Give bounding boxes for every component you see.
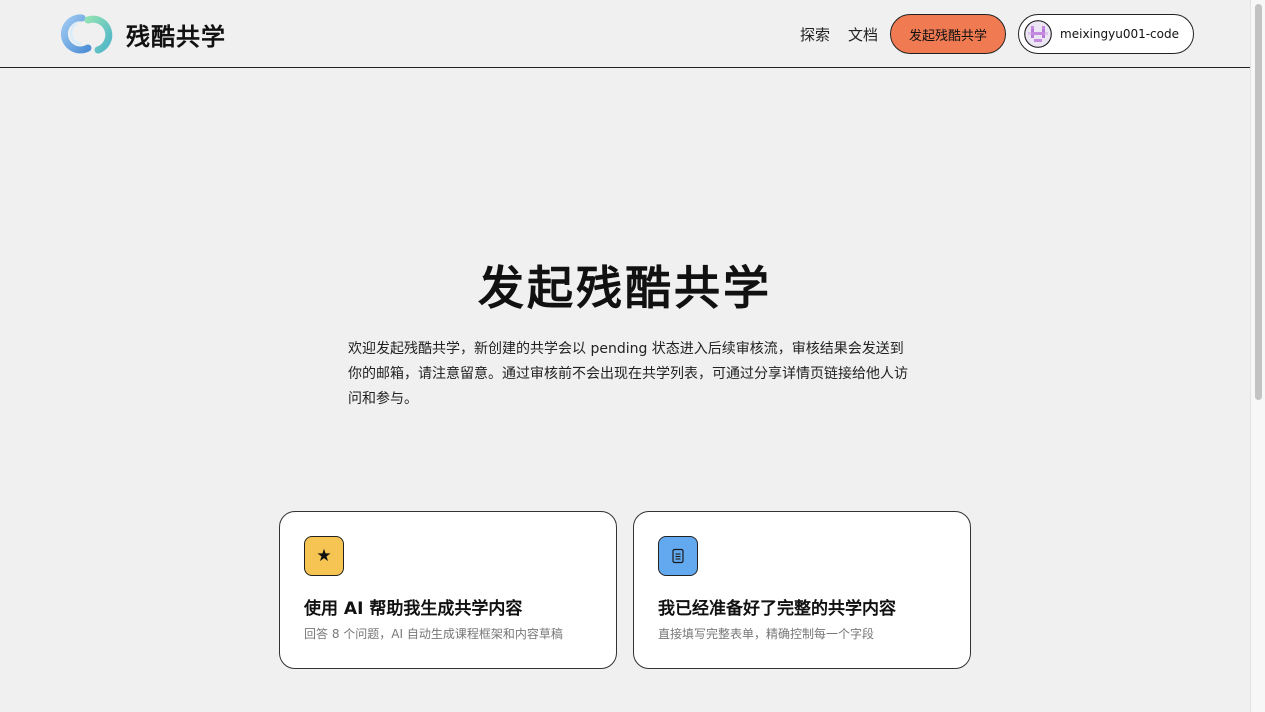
star-icon: ★	[316, 545, 332, 566]
document-icon	[672, 548, 684, 564]
page: 残酷共学 探索 文档 发起残酷共学 meixingyu001-code 发起残酷…	[0, 0, 1265, 712]
user-name: meixingyu001-code	[1060, 27, 1179, 41]
ai-generate-card[interactable]: ★ 使用 AI 帮助我生成共学内容 回答 8 个问题，AI 自动生成课程框架和内…	[279, 511, 617, 669]
logo-text: 残酷共学	[126, 22, 226, 51]
nav-docs-link[interactable]: 文档	[848, 24, 878, 45]
page-title: 发起残酷共学	[478, 261, 772, 315]
intro-line: 你的邮箱，请注意留意。通过审核前不会出现在共学列表，可通过分享详情页链接给他人访	[348, 366, 908, 382]
card-description: 直接填写完整表单，精确控制每一个字段	[658, 627, 875, 641]
manual-content-card[interactable]: 我已经准备好了完整的共学内容 直接填写完整表单，精确控制每一个字段	[633, 511, 971, 669]
nav-explore-link[interactable]: 探索	[800, 24, 830, 45]
card-description: 回答 8 个问题，AI 自动生成课程框架和内容草稿	[304, 627, 563, 641]
card-title: 使用 AI 帮助我生成共学内容	[304, 599, 523, 619]
logo-rings-icon	[60, 14, 113, 54]
intro-text: 欢迎发起残酷共学，新创建的共学会以 pending 状态进入后续审核流，审核结果…	[348, 337, 908, 412]
card-icon-box	[658, 536, 698, 576]
card-title: 我已经准备好了完整的共学内容	[658, 599, 896, 619]
intro-line: 欢迎发起残酷共学，新创建的共学会以 pending 状态进入后续审核流，审核结果…	[348, 341, 904, 357]
top-header: 残酷共学 探索 文档 发起残酷共学 meixingyu001-code	[0, 0, 1250, 68]
scrollbar-thumb[interactable]	[1255, 4, 1262, 400]
create-course-button[interactable]: 发起残酷共学	[890, 14, 1007, 54]
top-nav: 探索 文档 发起残酷共学 meixingyu001-code	[800, 14, 1194, 54]
logo[interactable]: 残酷共学	[58, 12, 226, 56]
card-icon-box: ★	[304, 536, 344, 576]
user-avatar	[1024, 20, 1052, 48]
user-menu-button[interactable]: meixingyu001-code	[1018, 14, 1194, 54]
intro-line: 问和参与。	[348, 391, 418, 407]
vertical-scrollbar[interactable]	[1250, 0, 1265, 712]
